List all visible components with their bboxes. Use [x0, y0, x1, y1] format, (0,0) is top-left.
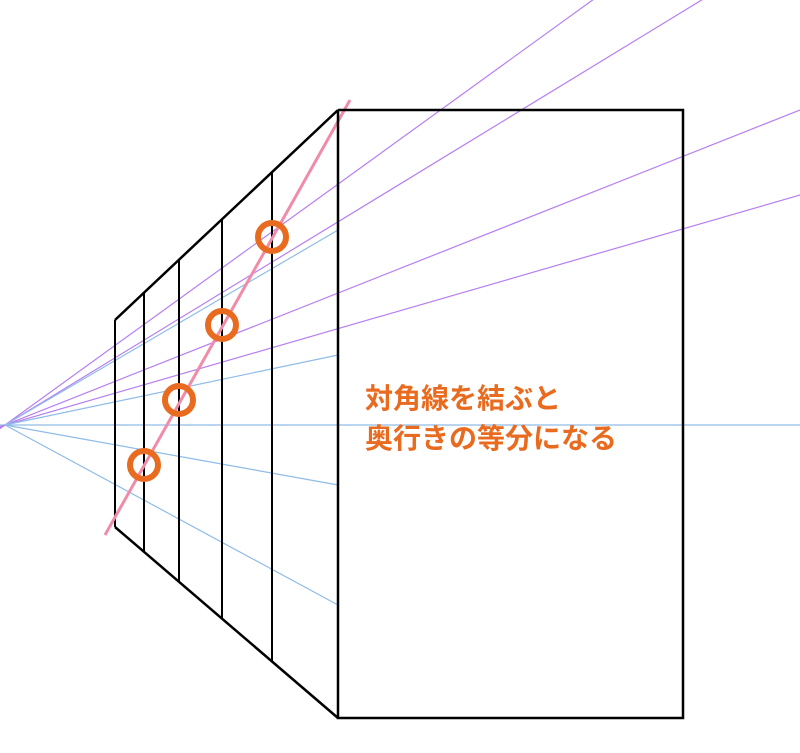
vanishing-ray-3 [0, 0, 800, 751]
perspective-diagram: 対角線を結ぶと奥行きの等分になる [0, 0, 800, 753]
side-top-edge [115, 110, 338, 320]
division-ray-0 [5, 230, 338, 425]
annotation-line-1: 対角線を結ぶと [365, 377, 561, 417]
annotation-line-2: 奥行きの等分になる [365, 417, 617, 457]
division-ray-3 [5, 425, 338, 605]
side-bottom-edge [115, 527, 338, 718]
division-ray-2 [5, 425, 338, 485]
diagonal-line [105, 100, 350, 535]
